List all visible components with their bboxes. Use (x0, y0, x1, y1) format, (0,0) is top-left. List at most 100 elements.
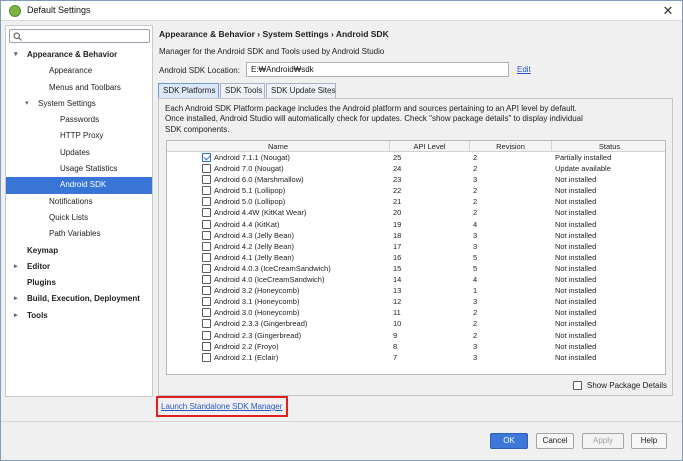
tree-item-label: System Settings (38, 98, 96, 108)
table-row[interactable]: Android 7.1.1 (Nougat) 25 2 Partially insta… (167, 152, 665, 163)
install-status: Not installed (555, 352, 597, 362)
table-row[interactable]: Android 2.3 (Gingerbread) 9 2 Not installed (167, 330, 665, 341)
tree-item[interactable]: ▾ System Settings (6, 96, 152, 112)
platform-checkbox[interactable] (202, 308, 211, 318)
tree-item-label: Menus and Toolbars (49, 82, 121, 92)
collapsed-arrow-icon[interactable]: ▸ (14, 308, 18, 324)
table-rows: Android 7.1.1 (Nougat) 25 2 Partially insta… (167, 152, 665, 363)
table-row[interactable]: Android 2.2 (Froyo) 8 3 Not installed (167, 341, 665, 352)
api-level: 10 (393, 319, 402, 329)
table-row[interactable]: Android 7.0 (Nougat) 24 2 Update available (167, 163, 665, 174)
platform-name: Android 2.1 (Eclair) (214, 352, 279, 362)
collapsed-arrow-icon[interactable]: ▸ (14, 259, 18, 275)
tree-item[interactable]: Keymap (6, 243, 152, 259)
tree-item[interactable]: ▸ Build, Execution, Deployment (6, 291, 152, 307)
tree-item[interactable]: HTTP Proxy (6, 128, 152, 144)
help-button[interactable]: Help (631, 433, 667, 449)
cancel-button[interactable]: Cancel (536, 433, 574, 449)
api-level: 9 (393, 330, 398, 340)
platform-checkbox[interactable] (202, 175, 211, 185)
platform-checkbox[interactable] (202, 197, 211, 207)
platform-checkbox[interactable] (202, 208, 211, 218)
platform-checkbox[interactable] (202, 252, 211, 262)
api-level: 17 (393, 241, 402, 251)
table-row[interactable]: Android 4.4W (KitKat Wear) 20 2 Not install… (167, 207, 665, 218)
tree-item[interactable]: Menus and Toolbars (6, 80, 152, 96)
tree-item[interactable]: ▾ Appearance & Behavior (6, 47, 152, 63)
tree-item[interactable]: Notifications (6, 194, 152, 210)
platform-name: Android 2.3.3 (Gingerbread) (214, 319, 308, 329)
tab-sdk-tools[interactable]: SDK Tools (220, 83, 265, 99)
platform-checkbox[interactable] (202, 241, 211, 251)
collapsed-arrow-icon[interactable]: ▸ (14, 291, 18, 307)
tree-item[interactable]: Passwords (6, 112, 152, 128)
platform-name: Android 2.2 (Froyo) (214, 341, 279, 351)
revision: 4 (473, 275, 478, 285)
column-header-name[interactable]: Name (167, 141, 390, 152)
table-row[interactable]: Android 3.1 (Honeycomb) 12 3 Not installed (167, 296, 665, 307)
expanded-arrow-icon[interactable]: ▾ (14, 47, 18, 63)
tree-item-label: Passwords (60, 115, 100, 125)
table-row[interactable]: Android 2.1 (Eclair) 7 3 Not installed (167, 352, 665, 363)
table-row[interactable]: Android 4.4 (KitKat) 19 4 Not installed (167, 219, 665, 230)
platform-checkbox[interactable] (202, 263, 211, 273)
revision: 2 (473, 197, 478, 207)
expanded-arrow-icon[interactable]: ▾ (25, 96, 29, 112)
platform-checkbox[interactable] (202, 330, 211, 340)
close-icon[interactable]: ✕ (660, 3, 676, 19)
column-header-revision[interactable]: Revision (470, 141, 552, 152)
table-row[interactable]: Android 4.2 (Jelly Bean) 17 3 Not installed (167, 241, 665, 252)
table-row[interactable]: Android 6.0 (Marshmallow) 23 3 Not installe… (167, 174, 665, 185)
install-status: Not installed (555, 252, 597, 262)
table-row[interactable]: Android 3.2 (Honeycomb) 13 1 Not installed (167, 285, 665, 296)
tree-item[interactable]: ▸ Tools (6, 308, 152, 324)
table-row[interactable]: Android 5.1 (Lollipop) 22 2 Not installed (167, 185, 665, 196)
platform-checkbox[interactable] (202, 219, 211, 229)
platform-checkbox[interactable] (202, 230, 211, 240)
edit-link[interactable]: Edit (517, 65, 531, 74)
ok-button[interactable]: OK (490, 433, 528, 449)
tab-sdk-update-sites[interactable]: SDK Update Sites (266, 83, 336, 99)
tree-item[interactable]: Updates (6, 145, 152, 161)
platform-checkbox[interactable] (202, 341, 211, 351)
tab-sdk-platforms[interactable]: SDK Platforms (158, 83, 219, 99)
revision: 4 (473, 219, 478, 229)
sdk-location-field[interactable] (246, 62, 509, 77)
column-header-status[interactable]: Status (552, 141, 665, 152)
column-header-api-level[interactable]: API Level (390, 141, 470, 152)
api-level: 7 (393, 352, 398, 362)
install-status: Not installed (555, 197, 597, 207)
tree-item[interactable]: Plugins (6, 275, 152, 291)
tree-item[interactable]: Quick Lists (6, 210, 152, 226)
table-row[interactable]: Android 5.0 (Lollipop) 21 2 Not installed (167, 196, 665, 207)
platform-checkbox[interactable] (202, 319, 211, 329)
revision: 3 (473, 297, 478, 307)
table-row[interactable]: Android 4.0 (IceCreamSandwich) 14 4 Not ins… (167, 274, 665, 285)
revision: 2 (473, 330, 478, 340)
platform-checkbox[interactable] (202, 186, 211, 196)
tree-item[interactable]: Android SDK (6, 177, 152, 194)
tree-item-label: Editor (27, 261, 51, 271)
platform-checkbox[interactable] (202, 297, 211, 307)
table-row[interactable]: Android 4.0.3 (IceCreamSandwich) 15 5 Not i… (167, 263, 665, 274)
tree-item-label: Notifications (49, 196, 93, 206)
launch-standalone-sdk-manager-link[interactable]: Launch Standalone SDK Manager (161, 402, 282, 411)
tree-item[interactable]: Appearance (6, 63, 152, 79)
revision: 1 (473, 286, 478, 296)
search-input[interactable] (9, 29, 150, 43)
tree-item[interactable]: Path Variables (6, 226, 152, 242)
tree-item[interactable]: ▸ Editor (6, 259, 152, 275)
tree-item[interactable]: Usage Statistics (6, 161, 152, 177)
table-row[interactable]: Android 3.0 (Honeycomb) 11 2 Not installed (167, 307, 665, 318)
platform-checkbox[interactable] (202, 275, 211, 285)
platform-checkbox[interactable] (202, 153, 211, 162)
apply-button[interactable]: Apply (582, 433, 624, 449)
platform-checkbox[interactable] (202, 286, 211, 296)
show-package-details-checkbox[interactable] (573, 381, 582, 390)
table-row[interactable]: Android 2.3.3 (Gingerbread) 10 2 Not instal… (167, 318, 665, 329)
table-row[interactable]: Android 4.3 (Jelly Bean) 18 3 Not installed (167, 230, 665, 241)
table-row[interactable]: Android 4.1 (Jelly Bean) 16 5 Not installed (167, 252, 665, 263)
panel-description: Each Android SDK Platform package includ… (165, 104, 583, 134)
platform-checkbox[interactable] (202, 164, 211, 174)
platform-checkbox[interactable] (202, 352, 211, 362)
